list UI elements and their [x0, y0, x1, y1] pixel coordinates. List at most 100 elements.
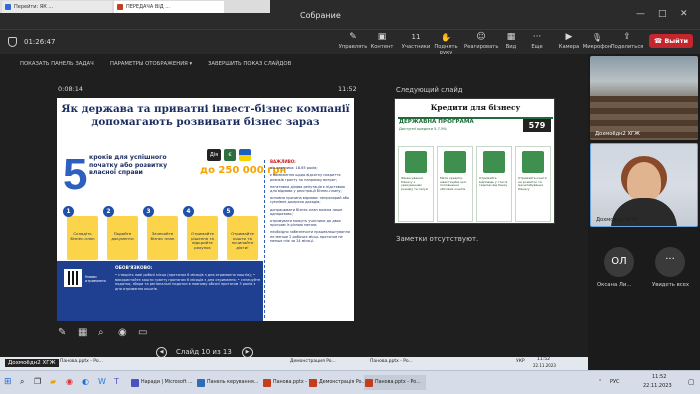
step-card: 1 Складіть бізнес-план — [63, 206, 99, 261]
all-slides-icon[interactable]: ▦ — [78, 327, 87, 338]
pointer-icon[interactable]: ◉ — [118, 327, 127, 338]
rule-item: негативна ділова репутація є підставою д… — [270, 184, 345, 194]
powerpoint-icon — [309, 379, 317, 387]
maximize-button[interactable]: □ — [658, 9, 667, 19]
view-icon: ▦ — [506, 32, 516, 42]
minimize-button[interactable]: — — [636, 9, 645, 19]
more-icon: ··· — [532, 32, 542, 42]
participants-button[interactable]: 11 Участники — [399, 33, 433, 50]
powerpoint-icon — [263, 379, 271, 387]
pen-icon[interactable]: ✎ — [58, 327, 66, 338]
search-icon[interactable]: ⌕ — [20, 377, 24, 387]
share-button[interactable]: ⇪ Поделиться — [610, 32, 644, 51]
see-all-caption: Увидеть всех — [652, 282, 690, 288]
people-icon — [444, 151, 466, 173]
next-slide-title: Кредити для бізнесу — [430, 103, 521, 112]
window-title: Собрание — [300, 11, 341, 20]
coin-icon — [522, 151, 544, 173]
slide-counter: Слайд 10 из 13 — [176, 348, 232, 356]
inner-taskbar-time: 11:52 — [537, 357, 550, 362]
meeting-timer: 01:26:47 — [24, 38, 56, 46]
step-number: 5 — [223, 206, 234, 217]
taskbar-app-label: Демонстрація Po... — [319, 380, 366, 385]
tool-label: Еще — [531, 44, 543, 50]
step-card: 3 Зачекайте бізнес план — [143, 206, 179, 261]
content-button[interactable]: ▣ Контент — [365, 33, 399, 51]
taskbar-app[interactable]: Демонстрація Po... — [308, 375, 366, 390]
taskbar-app[interactable]: Панель керування... — [196, 375, 258, 390]
taskbar-clock[interactable]: 11:52 — [652, 374, 666, 380]
info-card: Мета кредиту: інвестиційні цілі, поповне… — [437, 146, 473, 222]
react-button[interactable]: ☺ Реагировать — [464, 33, 498, 51]
step-label: Складіть бізнес-план — [70, 231, 95, 241]
browser-tab-strip: Перейти: ЯК ... ПЕРЕДАЧА ВІД ... — [0, 0, 270, 13]
more-button[interactable]: ··· Еще — [520, 32, 554, 51]
end-slideshow-button[interactable]: ЗАВЕРШИТЬ ПОКАЗ СЛАЙДОВ — [208, 61, 291, 67]
step-label: Подайте документи — [111, 231, 134, 241]
tab-label: ПЕРЕДАЧА ВІД ... — [126, 4, 171, 10]
taskbar-app[interactable]: Панова.pptx - Po... — [364, 375, 426, 390]
zoom-icon[interactable]: ⌕ — [98, 327, 104, 338]
slide-big-number: 5 — [63, 150, 88, 199]
file-explorer-icon[interactable]: ▰ — [50, 377, 56, 386]
display-settings-button[interactable]: ПАРАМЕТРЫ ОТОБРАЖЕНИЯ ▾ — [110, 61, 192, 67]
participant-video[interactable]: Дохмоёдн ХГЖ — [590, 143, 698, 227]
edge-icon[interactable]: ◐ — [82, 377, 89, 386]
show-taskbar-button[interactable]: ПОКАЗАТЬ ПАНЕЛЬ ЗАДАЧ — [20, 61, 94, 67]
share-icon: ⇪ — [623, 32, 631, 42]
step-number: 4 — [183, 206, 194, 217]
tool-label: Участники — [401, 44, 431, 50]
teams-icon[interactable]: T — [114, 377, 119, 386]
card-text: Мета кредиту: інвестиційні цілі, поповне… — [440, 176, 467, 191]
see-all-button[interactable]: ··· — [655, 247, 685, 277]
participant-video[interactable]: Дохмоёдн2 ХГЖ — [590, 56, 698, 140]
card-text: Отримайте відповідь у стислі терміни від… — [479, 176, 508, 188]
participants-icon: 11 — [410, 33, 422, 42]
next-slide-label: Следующий слайд — [396, 86, 463, 94]
browser-tab[interactable]: ПЕРЕДАЧА ВІД ... — [114, 1, 224, 13]
tray-chevron-icon[interactable]: ⌃ — [598, 379, 602, 385]
inner-taskbar-app: Панова.pptx - Po... — [370, 359, 413, 364]
task-view-icon[interactable]: ❐ — [34, 377, 41, 386]
word-icon[interactable]: W — [98, 377, 106, 386]
step-label: Зачекайте бізнес план — [150, 231, 175, 241]
rules-heading: ВАЖЛИВО: — [270, 159, 296, 164]
leave-meeting-button[interactable]: ☎ Выйти — [649, 34, 693, 48]
rule-item: основна причина відмови: непрозорий або … — [270, 196, 350, 205]
camera-icon: ▶ — [565, 32, 573, 42]
rule-item: допрацювати бізнес-план можна лише однор… — [270, 207, 343, 216]
card-text: Фінансування бізнесу з урахуванням розмі… — [401, 176, 429, 191]
phone-icon: ☎ — [653, 37, 665, 45]
program-subtitle: Доступні кредити 5-7-9% — [399, 127, 447, 131]
taskbar-date[interactable]: 22.11.2023 — [643, 383, 672, 389]
step-card: 2 Подайте документи — [103, 206, 139, 261]
powerpoint-icon — [365, 379, 373, 387]
browser-tab[interactable]: Перейти: ЯК ... — [2, 1, 112, 13]
taskbar-app-label: Панова.pptx - Po... — [375, 380, 421, 385]
start-icon[interactable]: ⊞ — [4, 377, 12, 387]
rule-item: вік заявника: 18-65 років; — [270, 166, 318, 171]
tool-label: Поделиться — [610, 44, 644, 50]
avatar-caption: Оксана Ли... — [597, 282, 632, 288]
next-slide-preview: Кредити для бізнесу ДЕРЖАВНА ПРОГРАМА До… — [394, 98, 555, 224]
close-button[interactable]: ✕ — [680, 9, 688, 19]
windows-taskbar: ⊞ ⌕ ❐ ▰ ◉ ◐ W T Наради | Microsoft ... П… — [0, 370, 700, 394]
qr-code — [64, 269, 82, 287]
keyboard-language[interactable]: РУС — [610, 379, 620, 385]
current-slide: Як держава та приватні інвест-бізнес ком… — [57, 98, 354, 321]
raise-hand-button[interactable]: ✋ Поднять руку — [429, 33, 463, 56]
dia-logo: Дія — [207, 149, 221, 161]
tab-favicon-icon — [117, 4, 123, 10]
inner-taskbar-app: Демонстрация Po... — [290, 359, 336, 364]
chrome-icon[interactable]: ◉ — [66, 377, 73, 386]
taskbar-app[interactable]: Наради | Microsoft ... — [130, 375, 193, 390]
notification-icon[interactable]: ▢ — [688, 378, 695, 386]
speaker-tag: Дохмоёдн2 ХГЖ — [5, 359, 59, 367]
tab-label: Перейти: ЯК ... — [14, 4, 54, 10]
participants-panel: Дохмоёдн2 ХГЖ Дохмоёдн ХГЖ — [588, 54, 700, 370]
tool-label: Вид — [505, 44, 517, 50]
microphone-button[interactable]: 🎙 Микрофон — [580, 33, 614, 50]
participant-avatar[interactable]: ОЛ — [604, 247, 634, 277]
flag-logo — [239, 149, 251, 161]
subtitles-icon[interactable]: ▭ — [138, 327, 147, 338]
